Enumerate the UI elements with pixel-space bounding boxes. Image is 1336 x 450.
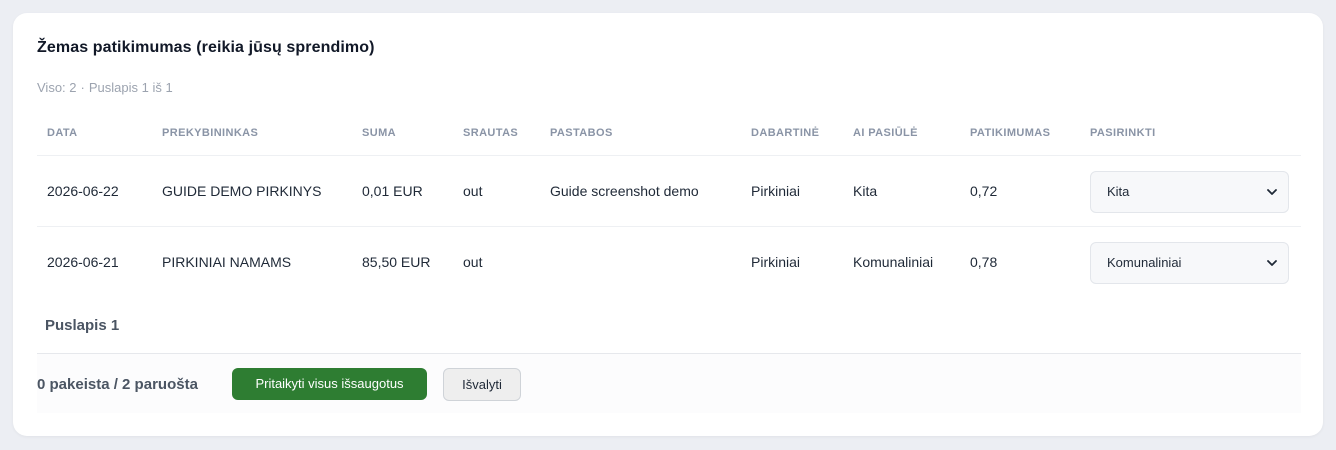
category-select-value: Komunaliniai xyxy=(1107,255,1182,270)
cell-flow: out xyxy=(463,183,483,199)
change-counts: 0 pakeista / 2 paruošta xyxy=(37,376,198,393)
header-current: DABARTINĖ xyxy=(751,127,820,139)
cell-flow: out xyxy=(463,254,483,270)
chevron-down-icon xyxy=(1267,189,1277,195)
cell-current-category: Pirkiniai xyxy=(751,183,801,199)
cell-amount: 0,01 EUR xyxy=(362,183,423,199)
cell-ai-suggestion: Kita xyxy=(853,183,878,199)
chevron-down-icon xyxy=(1267,260,1277,266)
cell-ai-suggestion: Komunaliniai xyxy=(853,254,934,270)
low-confidence-card: Žemas patikimumas (reikia jūsų sprendimo… xyxy=(13,13,1323,436)
header-notes: PASTABOS xyxy=(550,127,613,139)
cell-date: 2026-06-22 xyxy=(47,183,119,199)
category-select-value: Kita xyxy=(1107,184,1130,199)
category-select[interactable]: Komunaliniai xyxy=(1090,242,1289,284)
section-title: Žemas patikimumas (reikia jūsų sprendimo… xyxy=(37,39,375,56)
cell-merchant: PIRKINIAI NAMAMS xyxy=(162,254,292,270)
header-amount: SUMA xyxy=(362,127,396,139)
cell-amount: 85,50 EUR xyxy=(362,254,431,270)
cell-merchant: GUIDE DEMO PIRKINYS xyxy=(162,183,322,199)
table-row: 2026-06-22 GUIDE DEMO PIRKINYS 0,01 EUR … xyxy=(37,156,1301,227)
table-row: 2026-06-21 PIRKINIAI NAMAMS 85,50 EUR ou… xyxy=(37,227,1301,298)
cell-confidence: 0,78 xyxy=(970,254,998,270)
category-select[interactable]: Kita xyxy=(1090,171,1289,213)
pager-label: Puslapis 1 xyxy=(45,317,120,334)
cell-current-category: Pirkiniai xyxy=(751,254,801,270)
header-confidence: PATIKIMUMAS xyxy=(970,127,1051,139)
header-ai-suggestion: AI PASIŪLĖ xyxy=(853,127,918,139)
apply-saved-button[interactable]: Pritaikyti visus išsaugotus xyxy=(232,368,427,400)
transactions-table: DATA PREKYBININKAS SUMA SRAUTAS PASTABOS… xyxy=(37,113,1301,298)
header-date: DATA xyxy=(47,127,78,139)
total-count: Viso: 2 xyxy=(37,80,77,95)
header-select: PASIRINKTI xyxy=(1090,127,1156,139)
header-flow: SRAUTAS xyxy=(463,127,519,139)
cell-date: 2026-06-21 xyxy=(47,254,119,270)
action-bar: 0 pakeista / 2 paruošta Pritaikyti visus… xyxy=(37,353,1301,413)
cell-confidence: 0,72 xyxy=(970,183,998,199)
header-merchant: PREKYBININKAS xyxy=(162,127,259,139)
result-summary: Viso: 2 · Puslapis 1 iš 1 xyxy=(37,80,173,95)
cell-notes: Guide screenshot demo xyxy=(550,183,699,199)
clear-button[interactable]: Išvalyti xyxy=(443,368,521,401)
table-header: DATA PREKYBININKAS SUMA SRAUTAS PASTABOS… xyxy=(37,113,1301,156)
summary-separator: · xyxy=(80,80,85,95)
page-info: Puslapis 1 iš 1 xyxy=(88,80,173,95)
